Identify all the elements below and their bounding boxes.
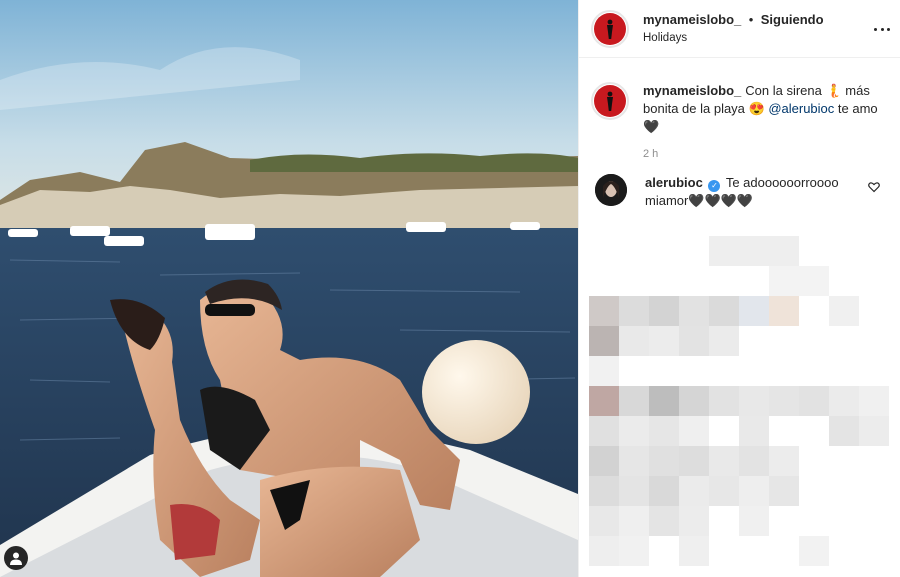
caption-mention-link[interactable]: @alerubioc xyxy=(768,101,834,116)
blurred-comments-area xyxy=(589,236,889,566)
verified-badge-icon: ✓ xyxy=(708,180,721,192)
author-avatar[interactable] xyxy=(591,9,629,48)
post-photo[interactable] xyxy=(0,0,578,577)
author-username[interactable]: mynameislobo_ xyxy=(643,12,741,27)
comment-item: alerubioc ✓ Te adoooooorroooo miamor🖤🖤🖤🖤 xyxy=(579,160,900,210)
post-timestamp[interactable]: 2 h xyxy=(643,148,900,160)
more-options-icon[interactable] xyxy=(874,21,890,37)
post-location[interactable]: Holidays xyxy=(643,30,824,47)
follow-status-button[interactable]: Siguiendo xyxy=(761,12,824,27)
photo-scene xyxy=(0,0,578,577)
post-header: mynameislobo_ • Siguiendo Holidays xyxy=(579,0,900,58)
avatar-figure-icon xyxy=(607,19,613,39)
avatar-figure-icon xyxy=(607,91,613,111)
user-tag-icon[interactable] xyxy=(4,546,28,570)
caption-author-avatar[interactable] xyxy=(591,82,629,120)
post-sidebar: mynameislobo_ • Siguiendo Holidays mynam… xyxy=(578,0,900,577)
commenter-avatar[interactable] xyxy=(595,174,627,206)
commenter-username[interactable]: alerubioc xyxy=(645,175,703,190)
caption-username[interactable]: mynameislobo_ xyxy=(643,83,741,98)
post-caption: mynameislobo_ Con la sirena 🧜 más bonita … xyxy=(579,58,900,136)
separator-dot: • xyxy=(748,11,754,27)
heart-outline-icon[interactable] xyxy=(868,181,880,193)
